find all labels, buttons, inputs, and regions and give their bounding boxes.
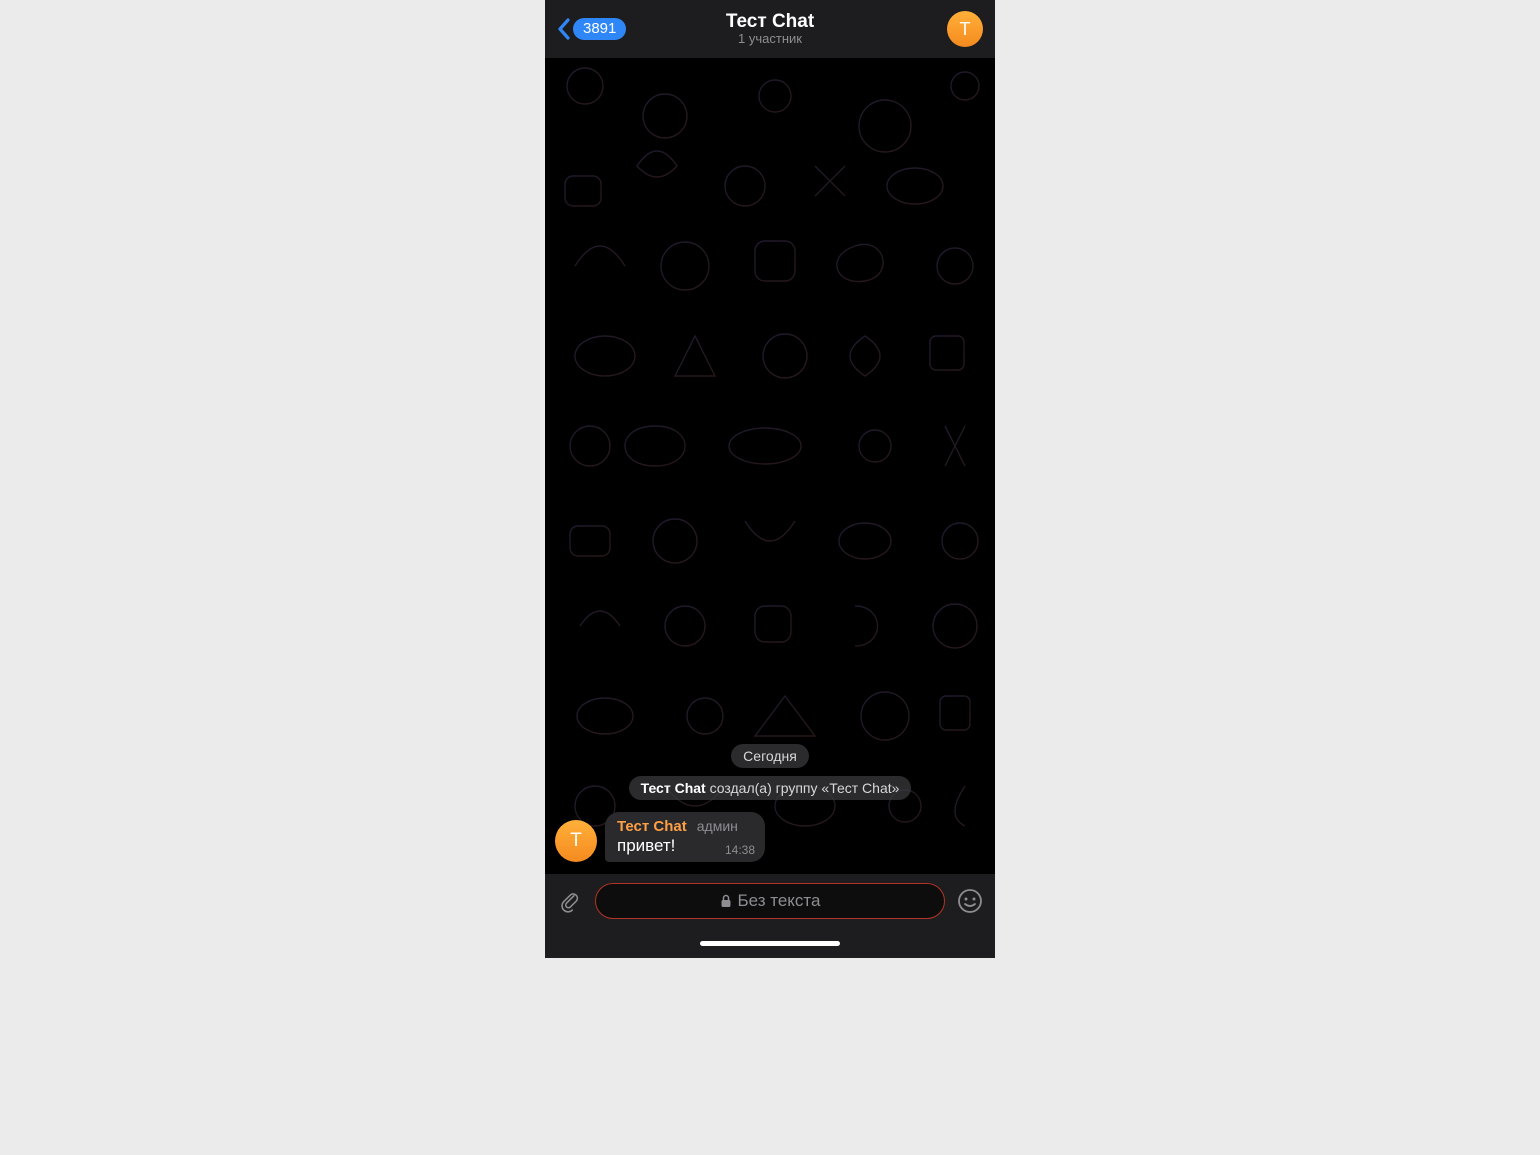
home-indicator-area xyxy=(545,928,995,958)
message-avatar[interactable]: T xyxy=(555,820,597,862)
system-message: Тест Chat создал(а) группу «Тест Chat» xyxy=(629,776,912,800)
unread-badge: 3891 xyxy=(573,18,626,40)
system-text: создал(а) группу «Тест Chat» xyxy=(706,780,900,796)
chat-title-group[interactable]: Тест Chat 1 участник xyxy=(726,12,814,46)
chat-header: 3891 Тест Chat 1 участник T xyxy=(545,0,995,58)
chevron-back-icon xyxy=(557,18,571,40)
chat-screen: 3891 Тест Chat 1 участник T xyxy=(545,0,995,958)
avatar-letter: T xyxy=(960,19,971,40)
date-separator: Сегодня xyxy=(731,744,809,768)
header-avatar[interactable]: T xyxy=(947,11,983,47)
avatar-letter: T xyxy=(570,830,582,852)
message-input[interactable]: Без текста xyxy=(595,883,945,919)
system-actor: Тест Chat xyxy=(641,780,706,796)
input-bar: Без текста xyxy=(545,874,995,928)
attach-icon[interactable] xyxy=(555,886,585,916)
message-role: админ xyxy=(697,818,738,834)
sticker-icon[interactable] xyxy=(955,886,985,916)
message-time: 14:38 xyxy=(725,843,755,857)
message-row: T Тест Chat админ привет! 14:38 xyxy=(555,812,985,862)
chat-subtitle: 1 участник xyxy=(726,32,814,46)
lock-icon xyxy=(720,894,732,908)
back-button[interactable]: 3891 xyxy=(557,18,626,40)
input-placeholder: Без текста xyxy=(738,891,821,911)
home-indicator[interactable] xyxy=(700,941,840,946)
chat-title: Тест Chat xyxy=(726,12,814,32)
message-bubble[interactable]: Тест Chat админ привет! 14:38 xyxy=(605,812,765,862)
message-sender: Тест Chat xyxy=(617,818,687,835)
chat-body[interactable]: Сегодня Тест Chat создал(а) группу «Тест… xyxy=(545,58,995,874)
